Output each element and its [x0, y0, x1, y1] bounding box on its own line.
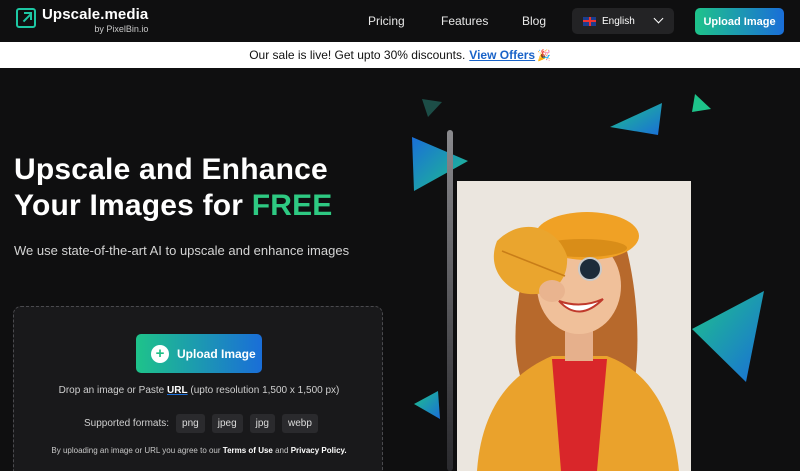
uk-flag-icon — [583, 16, 596, 26]
plus-icon: + — [151, 344, 169, 363]
sale-banner: Our sale is live! Get upto 30% discounts… — [0, 42, 800, 68]
terms-notice: By uploading an image or URL you agree t… — [51, 446, 347, 455]
banner-text: Our sale is live! Get upto 30% discounts… — [249, 48, 466, 62]
chevron-down-icon — [653, 13, 664, 24]
woman-with-leaf-image — [457, 181, 691, 471]
upload-image-button[interactable]: + Upload Image — [136, 334, 262, 373]
brand-name: Upscale.media — [42, 6, 149, 23]
hero-title: Upscale and Enhance Your Images for FREE — [14, 152, 333, 224]
hero-illustration — [400, 68, 800, 471]
brand-sub: by PixelBin.io — [94, 24, 149, 34]
party-popper-icon: 🎉 — [537, 49, 551, 62]
format-chip: jpg — [249, 414, 275, 433]
upload-dropzone[interactable]: + Upload Image Drop an image or Paste UR… — [13, 306, 383, 471]
drop-instructions: Drop an image or Paste URL (upto resolut… — [58, 385, 340, 396]
triangle-shape — [414, 391, 440, 419]
hero-title-line1: Upscale and Enhance — [14, 153, 328, 186]
nav-upload-button[interactable]: Upload Image — [695, 8, 784, 35]
hero-title-line2: Your Images for — [14, 189, 252, 222]
upscale-arrow-icon — [16, 8, 36, 28]
terms-of-use-link[interactable]: Terms of Use — [223, 446, 273, 455]
compare-slider-handle[interactable] — [447, 130, 453, 471]
language-select[interactable]: English — [572, 8, 674, 34]
format-chip: jpeg — [211, 414, 243, 433]
format-chip: png — [176, 414, 205, 433]
hero-subtitle: We use state-of-the-art AI to upscale an… — [14, 243, 350, 258]
hero-title-highlight: FREE — [251, 189, 333, 222]
triangle-shape — [692, 291, 764, 382]
privacy-policy-link[interactable]: Privacy Policy. — [291, 446, 347, 455]
nav-link-pricing[interactable]: Pricing — [368, 14, 405, 28]
logo[interactable]: Upscale.media by PixelBin.io — [16, 6, 148, 35]
sample-photo — [457, 181, 691, 471]
format-chip: webp — [282, 414, 318, 433]
top-nav: Upscale.media by PixelBin.io Pricing Fea… — [0, 0, 800, 42]
formats-label: Supported formats: — [84, 418, 170, 429]
view-offers-link[interactable]: View Offers — [469, 48, 535, 62]
triangle-shape — [692, 94, 711, 112]
paste-url-link[interactable]: URL — [167, 385, 188, 396]
upload-image-label: Upload Image — [177, 346, 256, 361]
supported-formats: Supported formats: png jpeg jpg webp — [84, 414, 318, 433]
triangle-shape — [422, 99, 442, 117]
language-label: English — [602, 15, 635, 27]
triangle-shape — [610, 103, 662, 135]
nav-link-blog[interactable]: Blog — [522, 14, 546, 28]
nav-link-features[interactable]: Features — [441, 14, 488, 28]
